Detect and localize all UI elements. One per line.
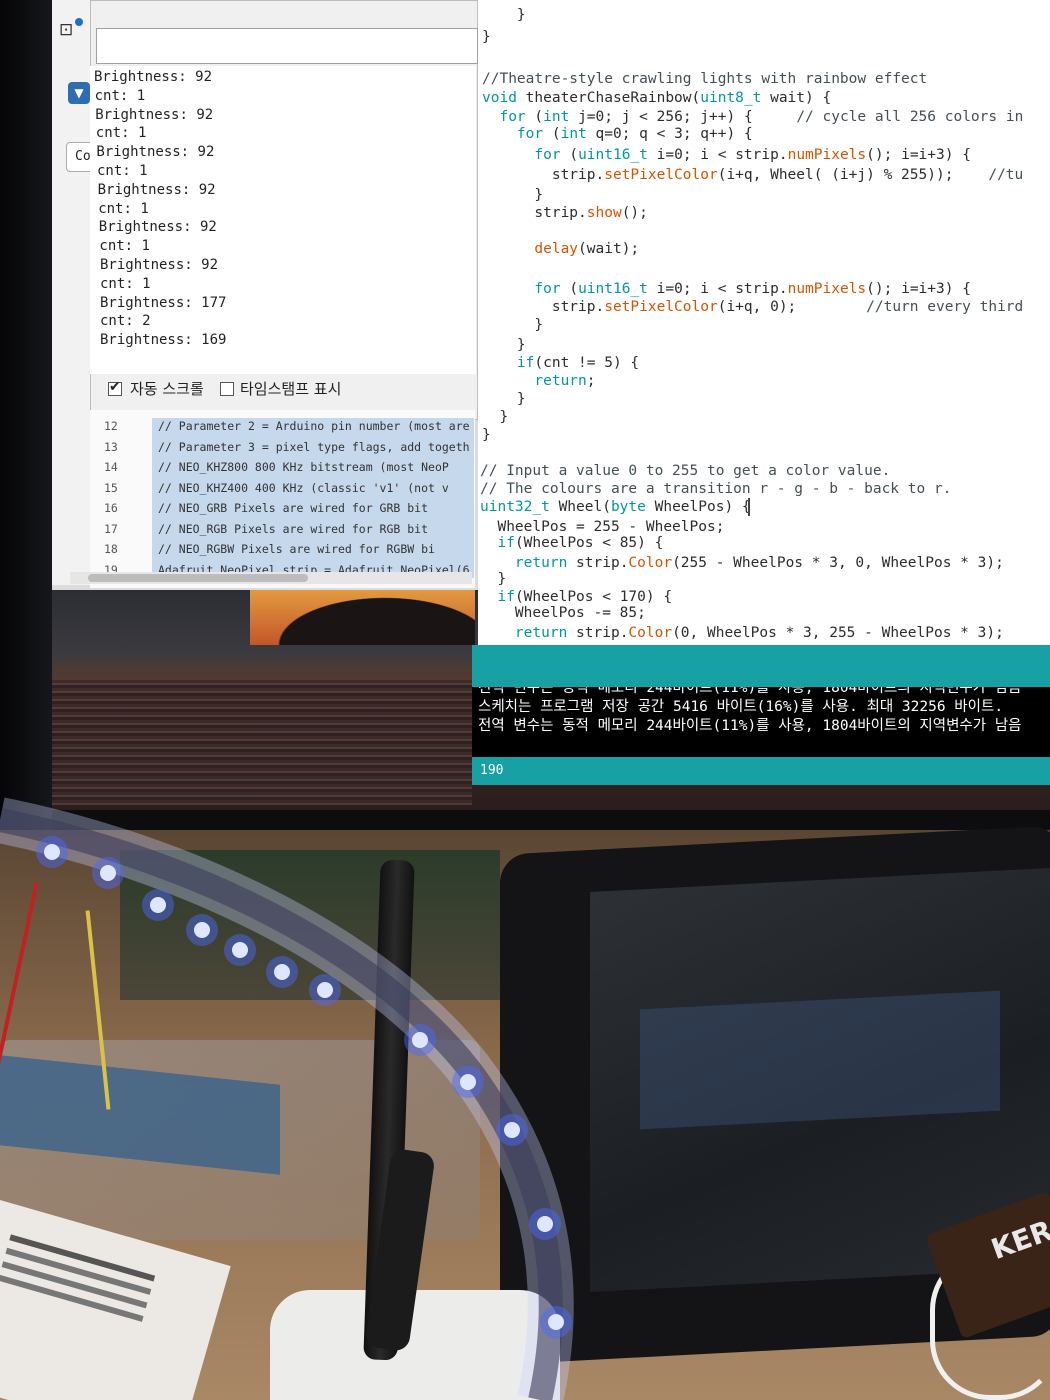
console-header [472, 645, 1050, 687]
code-text: // NEO_GRB Pixels are wired for GRB bit [158, 501, 429, 515]
code-line: } [482, 317, 544, 333]
serial-output: Brightness: 92 cnt: 1 Brightness: 92 cnt: 1… [90, 66, 476, 374]
console-line: 전역 변수는 동적 메모리 244바이트(11%)를 사용, 1804바이트의 … [478, 687, 1022, 696]
code-text: // NEO_KHZ400 400 KHz (classic 'v1' (not… [158, 480, 449, 495]
code-line: 13 // Parameter 3 = pixel type flags, add… [90, 437, 475, 457]
photo-scene: KERS ⊡ ▼ Co Brightness: 92 cnt: 1 Brightne… [0, 0, 1050, 1400]
serial-output-line: Brightness: 169 [100, 332, 227, 349]
serial-output-line: cnt: 1 [95, 125, 147, 142]
code-line: if(WheelPos < 85) { [497, 535, 664, 551]
tablet-reflection [640, 990, 1000, 1130]
serial-output-line: cnt: 1 [100, 275, 151, 292]
line-number: 15 [104, 480, 118, 495]
code-text: // Parameter 2 = Arduino pin number (mos… [158, 419, 470, 433]
code-line: strip.show(); [482, 205, 648, 221]
code-line: 15 // NEO_KHZ400 400 KHz (classic 'v1' (n… [90, 478, 475, 498]
main-code-editor[interactable]: }} //Theatre-style crawling lights with r… [478, 0, 1050, 645]
serial-output-line: Brightness: 92 [97, 181, 216, 198]
line-number: 190 [480, 763, 504, 778]
code-line: 14 // NEO_KHZ800 800 KHz bitstream (most … [90, 457, 475, 477]
secondary-code-editor[interactable]: 12 // Parameter 2 = Arduino pin number (m… [90, 410, 475, 588]
serial-output-line: Brightness: 92 [94, 69, 213, 85]
code-text: // Parameter 3 = pixel type flags, add t… [158, 439, 470, 454]
code-line: if(cnt != 5) { [516, 355, 640, 371]
code-line: } [482, 409, 509, 425]
serial-output-line: Brightness: 92 [96, 144, 215, 161]
line-number: 18 [104, 542, 118, 556]
horizontal-scrollbar-thumb[interactable] [88, 574, 308, 582]
line-number: 16 [104, 501, 118, 515]
line-number: 17 [104, 521, 118, 536]
serial-output-line: cnt: 1 [99, 238, 150, 255]
code-line: 18 // NEO_RGBW Pixels are wired for RGBW … [90, 539, 475, 559]
white-power-adapter [270, 1290, 560, 1400]
serial-output-line: cnt: 1 [94, 87, 146, 104]
circuit-board [120, 850, 500, 1000]
serial-output-line: Brightness: 92 [95, 106, 214, 123]
code-text: // NEO_RGB Pixels are wired for RGB bit [158, 521, 429, 536]
code-line: return strip.Color(255 - WheelPos * 3, 0… [514, 555, 1004, 571]
code-line: // The colours are a transition r - g - … [480, 481, 952, 497]
code-line: delay(wait); [534, 241, 640, 257]
code-line: // Input a value 0 to 255 to get a color… [480, 463, 891, 479]
code-line: } [482, 427, 491, 443]
code-text: // NEO_KHZ800 800 KHz bitstream (most Ne… [158, 460, 449, 474]
monitor-bezel-left [0, 0, 52, 830]
notification-icon[interactable]: ⊡ [59, 18, 83, 42]
code-line: return strip.Color(0, WheelPos * 3, 255 … [514, 625, 1004, 641]
business-card-text [9, 1234, 156, 1282]
line-number: 13 [104, 439, 118, 454]
code-line: return; [534, 373, 596, 389]
code-line: //Theatre-style crawling lights with rai… [482, 71, 928, 87]
build-console: 전역 변수는 동적 메모리 244바이트(11%)를 사용, 1804바이트의 … [472, 687, 1050, 757]
autoscroll-checkbox[interactable] [108, 379, 122, 396]
serial-output-line: cnt: 1 [97, 163, 148, 179]
code-line: strip.setPixelColor(i+q, 0); //turn ever… [482, 299, 1024, 315]
line-number: 14 [104, 460, 118, 474]
timestamp-checkbox[interactable] [220, 382, 234, 396]
serial-output-line: Brightness: 92 [98, 219, 217, 236]
code-line: for (uint16_t i=0; i < strip.numPixels()… [534, 281, 971, 297]
code-line: void theaterChaseRainbow(uint8_t wait) { [482, 90, 832, 106]
text-cursor [748, 498, 750, 516]
code-line: for (int q=0; q < 3; q++) { [516, 126, 753, 142]
code-line: uint32_t Wheel(byte WheelPos) { [480, 499, 751, 515]
serial-output-line: Brightness: 177 [100, 294, 227, 311]
code-line: strip.setPixelColor(i+q, Wheel( (i+j) % … [482, 167, 1024, 183]
code-text: // NEO_RGBW Pixels are wired for RGBW bi [158, 542, 435, 556]
serial-send-input[interactable] [96, 28, 478, 64]
code-line: WheelPos -= 85; [480, 605, 646, 621]
code-line: } [480, 571, 507, 587]
wallpaper-sunset [250, 585, 475, 645]
code-line: 16 // NEO_GRB Pixels are wired for GRB bi… [90, 498, 475, 518]
console-line: 스케치는 프로그램 저장 공간 5416 바이트(16%)를 사용. 최대 32… [478, 699, 1004, 715]
status-bar: 190 [472, 757, 1050, 785]
wallpaper-sea [52, 680, 472, 805]
serial-output-line: cnt: 2 [100, 313, 151, 330]
code-line: 12 // Parameter 2 = Arduino pin number (m… [90, 416, 475, 436]
serial-options: 자동 스크롤 타임스탬프 표시 [100, 376, 476, 406]
code-line: } [482, 337, 526, 353]
console-line: 전역 변수는 동적 메모리 244바이트(11%)를 사용, 1804바이트의 … [478, 718, 1022, 734]
code-line: for (uint16_t i=0; i < strip.numPixels()… [534, 147, 971, 163]
code-line: for (int j=0; j < 256; j++) { // cycle a… [499, 109, 1024, 125]
serial-output-line: cnt: 1 [98, 200, 149, 217]
code-line: } [482, 187, 544, 203]
serial-output-line: Brightness: 92 [100, 257, 219, 273]
autoscroll-label: 자동 스크롤 [130, 380, 204, 398]
timestamp-label: 타임스탬프 표시 [240, 380, 342, 398]
code-line: 17 // NEO_RGB Pixels are wired for RGB bi… [90, 519, 475, 539]
code-line: } [482, 29, 491, 45]
app-launcher-icon[interactable]: ▼ [68, 82, 90, 104]
line-number: 12 [104, 419, 118, 433]
code-line: } [482, 7, 526, 23]
code-line: } [482, 391, 526, 407]
